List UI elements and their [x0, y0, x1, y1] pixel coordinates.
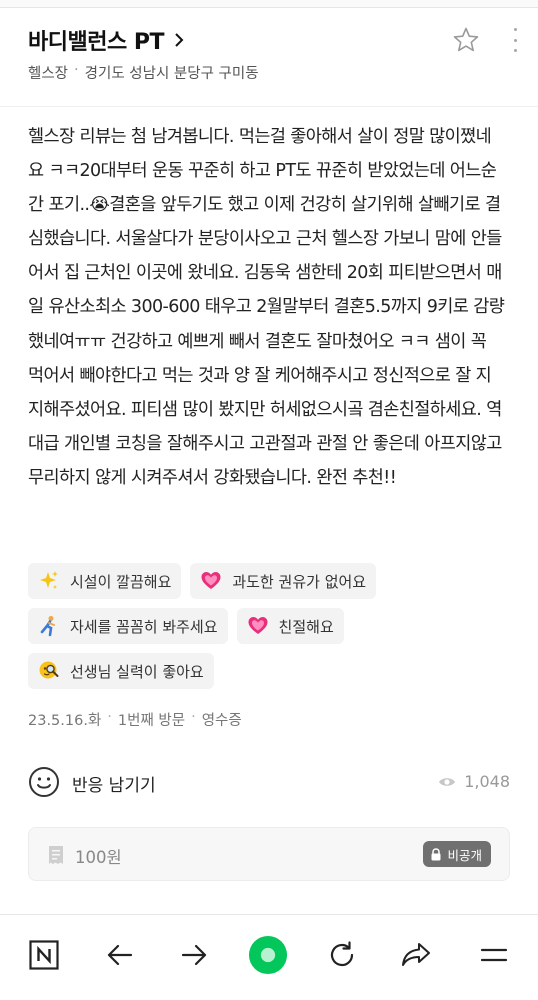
naver-home-button[interactable]: [24, 935, 64, 975]
top-edge: [0, 0, 538, 8]
separator-dot: ·: [74, 62, 79, 78]
proof-type: 영수증: [201, 713, 242, 729]
sparkles-icon: [40, 571, 58, 589]
lock-icon: [431, 847, 441, 860]
naver-logo-icon: [29, 940, 59, 970]
place-category: 헬스장: [28, 66, 69, 82]
place-subinfo: 헬스장 · 경기도 성남시 분당구 구미동: [28, 62, 259, 83]
exercise-person-icon: [40, 616, 55, 637]
reaction-row: 반응 남기기 1,048: [28, 763, 510, 801]
private-label: 비공개: [447, 847, 482, 863]
tag-label: 시설이 깔끔해요: [70, 572, 172, 591]
place-address: 경기도 성남시 분당구 구미동: [84, 66, 259, 82]
menu-button[interactable]: [474, 935, 514, 975]
refresh-icon: [330, 941, 354, 967]
green-dot-button[interactable]: [248, 935, 288, 975]
more-options-icon[interactable]: [512, 28, 518, 52]
tag-skilled-trainer: 선생님 실력이 좋아요: [28, 653, 214, 689]
tag-no-pressure: 과도한 권유가 없어요: [190, 563, 377, 599]
home-green-icon: [248, 935, 288, 975]
price-amount: 100원: [75, 848, 122, 867]
share-button[interactable]: [396, 935, 436, 975]
price-box: 100원 비공개: [28, 827, 510, 881]
review-meta: 23.5.16.화 · 1번째 방문 · 영수증: [28, 709, 242, 730]
tag-label: 친절해요: [278, 617, 334, 636]
private-badge: 비공개: [423, 841, 491, 867]
back-arrow-icon: [107, 944, 133, 966]
visit-count: 1번째 방문: [117, 713, 186, 729]
place-title-link[interactable]: 바디밸런스 PT: [28, 24, 186, 56]
receipt-icon: [49, 846, 63, 864]
place-header: 바디밸런스 PT: [28, 22, 518, 58]
place-name: 바디밸런스 PT: [28, 30, 165, 55]
tag-label: 과도한 권유가 없어요: [232, 572, 367, 591]
review-tags: 시설이 깔끔해요 과도한 권유가 없어요 자세를 꼼꼼히 봐주세요 친절해요 선…: [28, 563, 518, 698]
bottom-nav-bar: [0, 915, 538, 1000]
tag-kind: 친절해요: [236, 608, 344, 644]
leave-reaction-button[interactable]: 반응 남기기: [72, 771, 156, 796]
menu-icon: [480, 948, 508, 962]
heart-icon: [201, 572, 221, 589]
tag-posture-check: 자세를 꼼꼼히 봐주세요: [28, 608, 228, 644]
heart-icon: [248, 617, 268, 634]
view-count: 1,048: [438, 772, 510, 791]
separator-dot: ·: [191, 709, 196, 725]
tag-label: 선생님 실력이 좋아요: [70, 662, 204, 681]
smiley-icon[interactable]: [28, 766, 60, 798]
forward-button[interactable]: [174, 935, 214, 975]
separator-dot: ·: [107, 709, 112, 725]
star-icon[interactable]: [452, 26, 480, 54]
back-button[interactable]: [100, 935, 140, 975]
tag-label: 자세를 꼼꼼히 봐주세요: [70, 617, 218, 636]
visit-date: 23.5.16.화: [28, 713, 102, 729]
forward-arrow-icon: [181, 944, 207, 966]
share-icon: [402, 943, 430, 966]
tag-clean-facility: 시설이 깔끔해요: [28, 563, 182, 599]
chevron-right-icon: [175, 33, 184, 47]
review-text: 헬스장 리뷰는 첨 남겨봅니다. 먹는걸 좋아해서 살이 정말 많이쪘네요 ㅋㅋ…: [28, 127, 505, 488]
view-count-value: 1,048: [464, 772, 510, 791]
divider: [0, 106, 538, 107]
eye-icon: [439, 777, 456, 786]
refresh-button[interactable]: [322, 935, 362, 975]
magnifier-face-icon: [39, 661, 59, 679]
